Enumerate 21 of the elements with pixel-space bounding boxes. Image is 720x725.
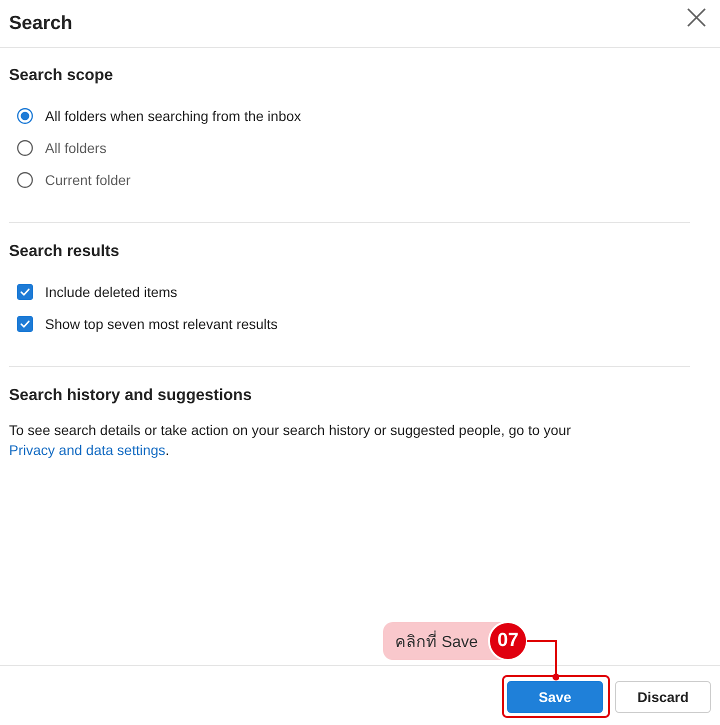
option-label[interactable]: Include deleted items	[45, 284, 178, 300]
radio-button[interactable]	[17, 140, 33, 156]
leader-line	[527, 640, 559, 680]
description-text: To see search details or take action on your search history or suggested people, go to your Privacy and data settings.	[9, 421, 571, 460]
checkbox[interactable]	[17, 284, 33, 300]
section-heading: Search history and suggestions	[9, 386, 252, 406]
radio-button[interactable]	[17, 108, 33, 124]
close-icon[interactable]	[687, 8, 706, 26]
option-label[interactable]: All folders	[45, 140, 106, 156]
save-button[interactable]: Save	[507, 681, 603, 713]
section-heading: Search results	[9, 242, 120, 262]
option-label[interactable]: Current folder	[45, 172, 131, 188]
dialog-title: Search	[9, 12, 72, 34]
option-label[interactable]: Show top seven most relevant results	[45, 316, 278, 332]
section-heading: Search scope	[9, 66, 114, 86]
checkbox[interactable]	[17, 316, 33, 332]
option-label[interactable]: All folders when searching from the inbox	[45, 108, 302, 124]
radio-button[interactable]	[17, 172, 33, 188]
discard-button[interactable]: Discard	[615, 681, 711, 713]
privacy-settings-link[interactable]: Privacy and data settings	[9, 442, 166, 458]
step-badge: 07	[488, 621, 528, 661]
